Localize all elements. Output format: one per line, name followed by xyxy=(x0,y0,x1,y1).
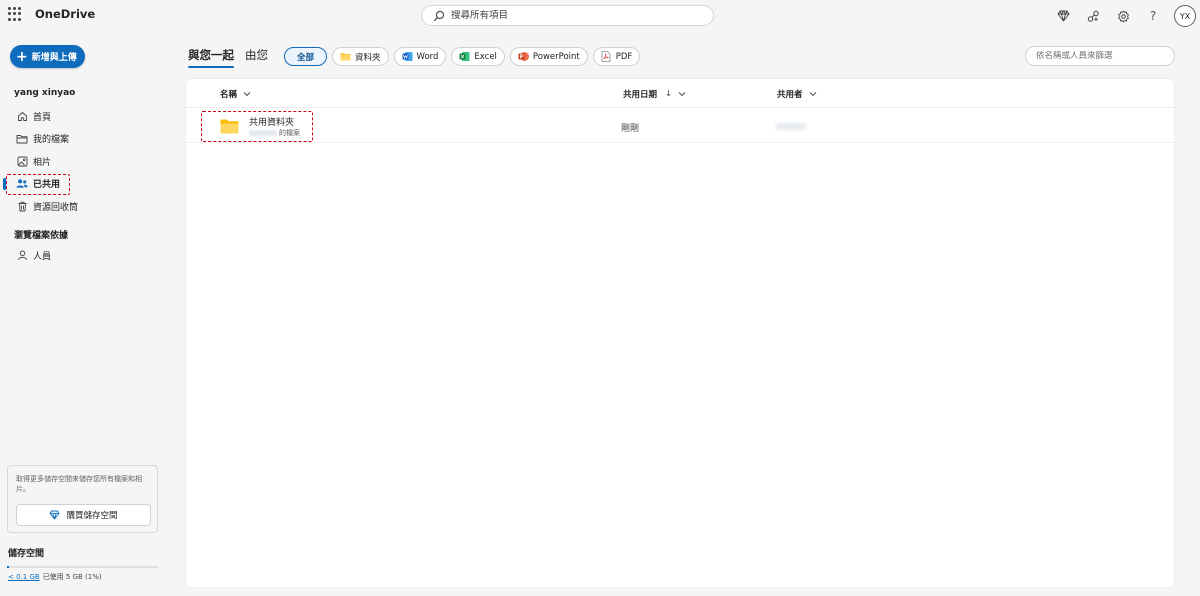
promo-text: 取得更多儲存空間來儲存您所有檔案和相片。 xyxy=(16,475,142,493)
share-link-icon[interactable] xyxy=(1078,1,1108,31)
sidebar-item-label: 人員 xyxy=(33,251,52,262)
user-avatar[interactable]: YX xyxy=(1174,5,1196,27)
premium-diamond-icon[interactable] xyxy=(1048,1,1078,31)
plus-icon: + xyxy=(16,48,28,65)
sort-down-arrow-icon: ↓ xyxy=(665,89,673,99)
filter-input[interactable] xyxy=(1036,51,1166,61)
storage-progress-fill xyxy=(7,566,9,568)
storage-title: 儲存空間 xyxy=(8,549,45,559)
shared-by-redacted xyxy=(776,123,806,130)
word-icon xyxy=(402,51,413,62)
sidebar-item-my-files[interactable]: 我的檔案 xyxy=(0,128,170,151)
search-icon xyxy=(432,9,446,23)
account-name: yang xinyao xyxy=(14,88,76,98)
storage-info: < 0.1 GB 已使用 5 GB (1%) xyxy=(8,572,102,582)
filter-label: PowerPoint xyxy=(532,51,580,62)
buy-storage-label: 購買儲存空間 xyxy=(66,511,118,521)
sidebar-item-label: 相片 xyxy=(33,157,52,168)
diamond-icon xyxy=(49,510,60,520)
filter-label: PDF xyxy=(615,51,633,62)
filter-folders[interactable]: 資料夾 xyxy=(332,47,389,66)
storage-progress-bar xyxy=(7,566,158,568)
sidebar-item-shared[interactable]: 已共用 xyxy=(0,173,170,196)
app-launcher-icon[interactable] xyxy=(8,7,22,21)
sidebar-item-recycle-bin[interactable]: 資源回收筒 xyxy=(0,195,170,218)
excel-icon xyxy=(459,51,470,62)
help-button[interactable]: ? xyxy=(1138,1,1168,31)
filter-label: Word xyxy=(416,51,439,62)
sidebar-item-people[interactable]: 人員 xyxy=(0,244,170,267)
filter-powerpoint[interactable]: PowerPoint xyxy=(509,47,588,66)
trash-icon xyxy=(16,200,28,212)
column-shared-date[interactable]: 共用日期 ↓ xyxy=(623,88,686,100)
image-icon xyxy=(16,155,28,167)
filter-pdf[interactable]: PDF xyxy=(592,47,641,66)
column-name-label: 名稱 xyxy=(220,90,238,100)
sidebar-item-label: 資源回收筒 xyxy=(33,202,79,213)
table-row[interactable]: 共用資料夾 的檔案 剛剛 xyxy=(186,109,1174,143)
filter-excel[interactable]: Excel xyxy=(451,47,505,66)
search-box[interactable] xyxy=(421,5,714,26)
filter-word[interactable]: Word xyxy=(393,47,447,66)
settings-gear-icon[interactable] xyxy=(1108,1,1138,31)
browse-heading: 瀏覽檔案依據 xyxy=(14,231,69,241)
folder-icon xyxy=(340,51,351,62)
chevron-down-icon xyxy=(678,91,686,97)
app-title[interactable]: OneDrive xyxy=(35,7,95,21)
file-list-card: 名稱 共用日期 ↓ 共用者 共用資料夾 的檔案 剛剛 xyxy=(186,79,1174,587)
storage-used-text: 已使用 5 GB (1%) xyxy=(42,573,102,581)
file-name[interactable]: 共用資料夾 xyxy=(249,115,294,128)
browse-nav: 人員 xyxy=(0,244,170,267)
tab-by-you[interactable]: 由您 xyxy=(245,47,268,67)
filter-label: 資料夾 xyxy=(355,52,381,63)
file-subtitle: 的檔案 xyxy=(249,128,300,138)
search-input[interactable] xyxy=(451,10,691,21)
type-filters: 全部 資料夾 Word Excel PowerPoint PDF xyxy=(284,47,645,66)
sidebar-item-photos[interactable]: 相片 xyxy=(0,150,170,173)
top-bar: OneDrive ? YX xyxy=(0,0,1200,32)
pdf-icon xyxy=(601,51,612,62)
sidebar-item-label: 我的檔案 xyxy=(33,135,70,146)
sidebar-item-label: 首頁 xyxy=(33,112,52,123)
column-shared-by[interactable]: 共用者 xyxy=(777,88,817,100)
column-owner-label: 共用者 xyxy=(777,90,803,100)
list-header: 名稱 共用日期 ↓ 共用者 xyxy=(186,79,1174,108)
storage-used-link[interactable]: < 0.1 GB xyxy=(8,573,40,581)
sidebar-item-home[interactable]: 首頁 xyxy=(0,105,170,128)
tab-with-you[interactable]: 與您一起 xyxy=(188,47,234,68)
person-icon xyxy=(16,249,28,261)
storage-promo: 取得更多儲存空間來儲存您所有檔案和相片。 購買儲存空間 xyxy=(7,465,158,533)
powerpoint-icon xyxy=(518,51,529,62)
chevron-down-icon xyxy=(809,91,817,97)
shared-tabs: 與您一起 由您 xyxy=(188,47,279,68)
buy-storage-button[interactable]: 購買儲存空間 xyxy=(16,504,151,526)
filter-label: Excel xyxy=(474,51,497,62)
folder-icon xyxy=(220,119,239,137)
new-upload-label: 新增與上傳 xyxy=(31,53,77,63)
folder-icon xyxy=(16,133,28,145)
column-date-label: 共用日期 xyxy=(623,90,658,100)
chevron-down-icon xyxy=(243,91,251,97)
home-icon xyxy=(16,110,28,122)
sidebar-nav: 首頁 我的檔案 相片 已共用 資源回收筒 xyxy=(0,105,170,218)
shared-date: 剛剛 xyxy=(621,124,640,134)
redacted-name xyxy=(249,130,277,136)
filter-all[interactable]: 全部 xyxy=(284,47,328,66)
header-actions: ? YX xyxy=(1048,0,1200,32)
file-subtitle-text: 的檔案 xyxy=(279,129,300,137)
column-name[interactable]: 名稱 xyxy=(220,88,251,100)
new-upload-button[interactable]: + 新增與上傳 xyxy=(10,45,85,68)
highlight-box xyxy=(6,173,70,195)
name-people-filter[interactable] xyxy=(1025,46,1175,66)
